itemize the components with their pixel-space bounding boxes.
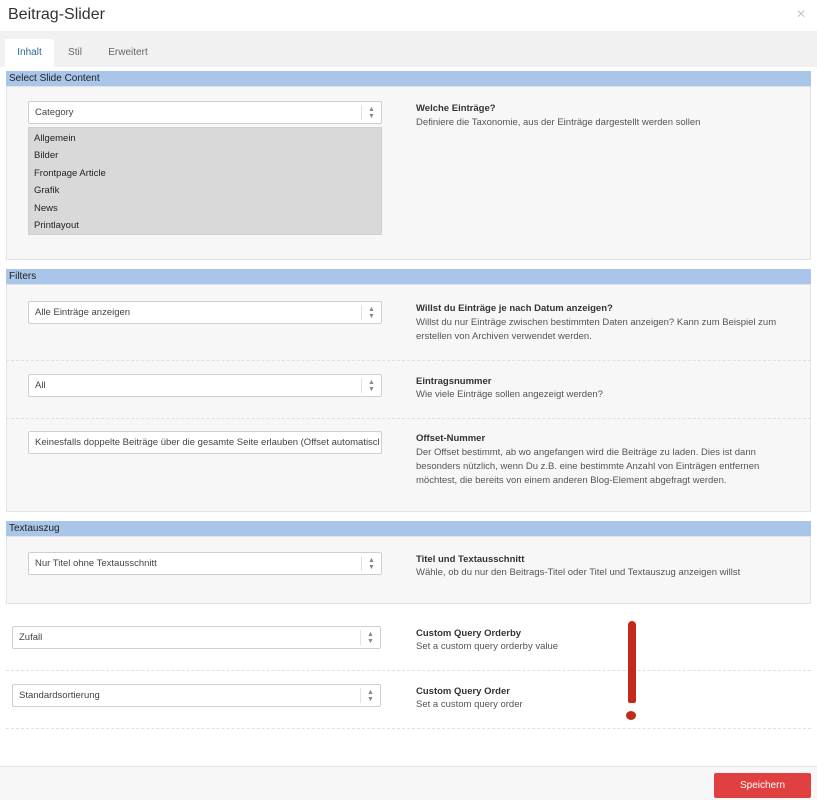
modal-footer — [0, 766, 817, 800]
up-down-arrows-icon: ▲ ▼ — [361, 305, 381, 320]
tab-inhalt[interactable]: Inhalt — [5, 39, 54, 67]
entry-count-label: Eintragsnummer — [416, 376, 492, 387]
orderby-desc: Set a custom query orderby value — [416, 641, 559, 652]
tab-stil[interactable]: Stil — [60, 39, 90, 67]
section-header-excerpt: Textauszug — [6, 521, 811, 536]
taxonomy-label: Welche Einträge? — [416, 103, 496, 114]
entry-count-select[interactable]: All ▲ ▼ — [28, 374, 382, 397]
close-icon[interactable]: ✕ — [796, 7, 806, 21]
orderby-label: Custom Query Orderby — [416, 628, 522, 639]
divider — [6, 670, 811, 671]
list-item[interactable]: Bilder — [34, 150, 58, 161]
order-desc: Set a custom query order — [416, 699, 523, 710]
modal-title: Beitrag-Slider — [8, 6, 105, 23]
order-select[interactable]: Standardsortierung ▲ ▼ — [12, 684, 381, 707]
category-listbox[interactable]: Allgemein Bilder Frontpage Article Grafi… — [28, 127, 382, 235]
excerpt-mode-desc: Wähle, ob du nur den Beitrags-Titel oder… — [416, 567, 741, 578]
entry-count-value: All — [35, 380, 46, 391]
excerpt-mode-label: Titel und Textausschnitt — [416, 554, 525, 565]
order-label: Custom Query Order — [416, 686, 510, 697]
taxonomy-select[interactable]: Category ▲ ▼ — [28, 101, 382, 124]
tab-bar: Inhalt Stil Erweitert — [0, 31, 817, 67]
divider — [6, 418, 811, 419]
orderby-select[interactable]: Zufall ▲ ▼ — [12, 626, 381, 649]
divider — [6, 360, 811, 361]
exclamation-mark-icon — [628, 621, 636, 703]
divider — [6, 728, 811, 729]
up-down-arrows-icon: ▲ ▼ — [360, 688, 380, 703]
taxonomy-desc: Definiere die Taxonomie, aus der Einträg… — [416, 117, 701, 128]
date-filter-select[interactable]: Alle Einträge anzeigen ▲ ▼ — [28, 301, 382, 324]
list-item[interactable]: Frontpage Article — [34, 168, 106, 179]
offset-field-value: Keinesfalls doppelte Beiträge über die g… — [35, 437, 379, 448]
save-button[interactable]: Speichern — [714, 773, 811, 798]
list-item[interactable]: News — [34, 203, 58, 214]
tab-erweitert[interactable]: Erweitert — [102, 39, 154, 67]
up-down-arrows-icon: ▲ ▼ — [361, 556, 381, 571]
offset-desc: Der Offset bestimmt, ab wo angefangen wi… — [416, 447, 760, 486]
list-item[interactable]: Grafik — [34, 185, 59, 196]
modal-titlebar: Beitrag-Slider ✕ — [0, 0, 817, 31]
date-filter-desc: Willst du nur Einträge zwischen bestimmt… — [416, 317, 777, 342]
excerpt-mode-value: Nur Titel ohne Textausschnitt — [35, 558, 157, 569]
section-header-slide-content: Select Slide Content — [6, 71, 811, 86]
orderby-value: Zufall — [19, 632, 43, 643]
taxonomy-select-value: Category — [35, 107, 74, 118]
order-value: Standardsortierung — [19, 690, 100, 701]
up-down-arrows-icon: ▲ ▼ — [360, 630, 380, 645]
offset-field[interactable]: Keinesfalls doppelte Beiträge über die g… — [28, 431, 382, 454]
exclamation-dot-icon — [626, 711, 636, 720]
entry-count-desc: Wie viele Einträge sollen angezeigt werd… — [416, 389, 603, 400]
up-down-arrows-icon: ▲ ▼ — [361, 105, 381, 120]
up-down-arrows-icon: ▲ ▼ — [361, 378, 381, 393]
list-item[interactable]: Allgemein — [34, 133, 76, 144]
date-filter-label: Willst du Einträge je nach Datum anzeige… — [416, 303, 613, 314]
excerpt-mode-select[interactable]: Nur Titel ohne Textausschnitt ▲ ▼ — [28, 552, 382, 575]
offset-label: Offset-Nummer — [416, 433, 486, 444]
date-filter-value: Alle Einträge anzeigen — [35, 307, 131, 318]
section-header-filters: Filters — [6, 269, 811, 284]
list-item[interactable]: Printlayout — [34, 220, 79, 231]
